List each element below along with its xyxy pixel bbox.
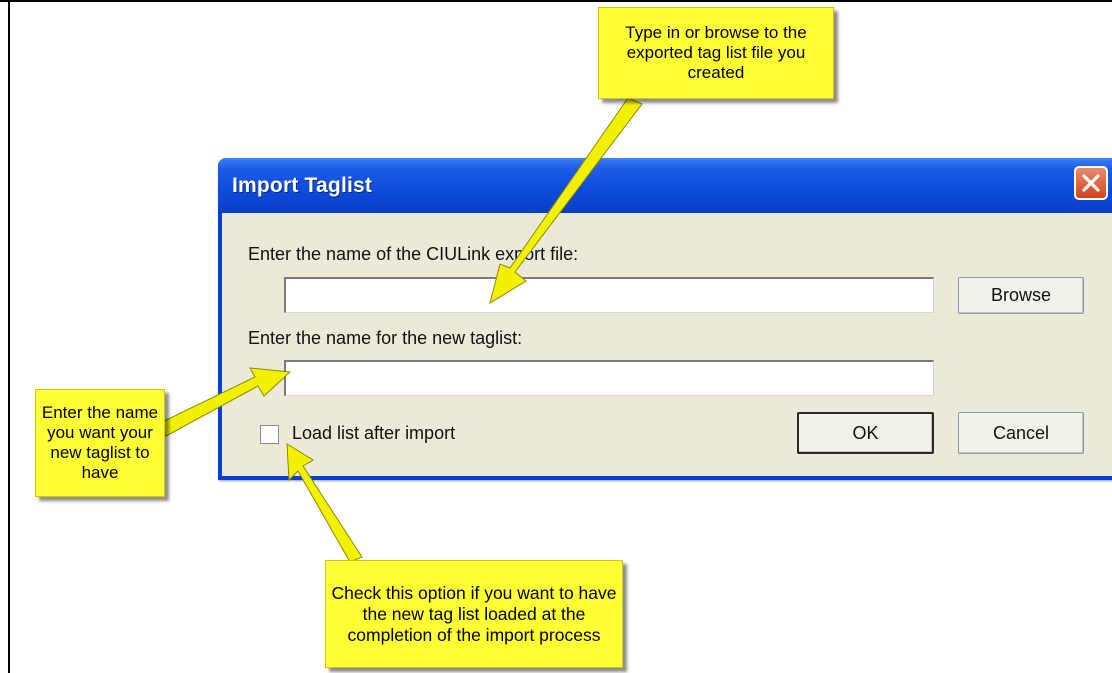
- arrow-to-checkbox: [286, 443, 363, 563]
- callout-taglist-name: Enter the name you want your new taglist…: [35, 389, 165, 497]
- callout-export-file: Type in or browse to the exported tag li…: [598, 7, 834, 99]
- callout-taglist-name-text: Enter the name you want your new taglist…: [41, 403, 159, 482]
- arrow-to-taglist-name: [159, 367, 292, 437]
- callout-export-file-text: Type in or browse to the exported tag li…: [625, 23, 807, 82]
- callout-load-list-text: Check this option if you want to have th…: [331, 582, 617, 645]
- arrow-to-export-file: [489, 97, 643, 305]
- callout-load-list: Check this option if you want to have th…: [325, 560, 623, 668]
